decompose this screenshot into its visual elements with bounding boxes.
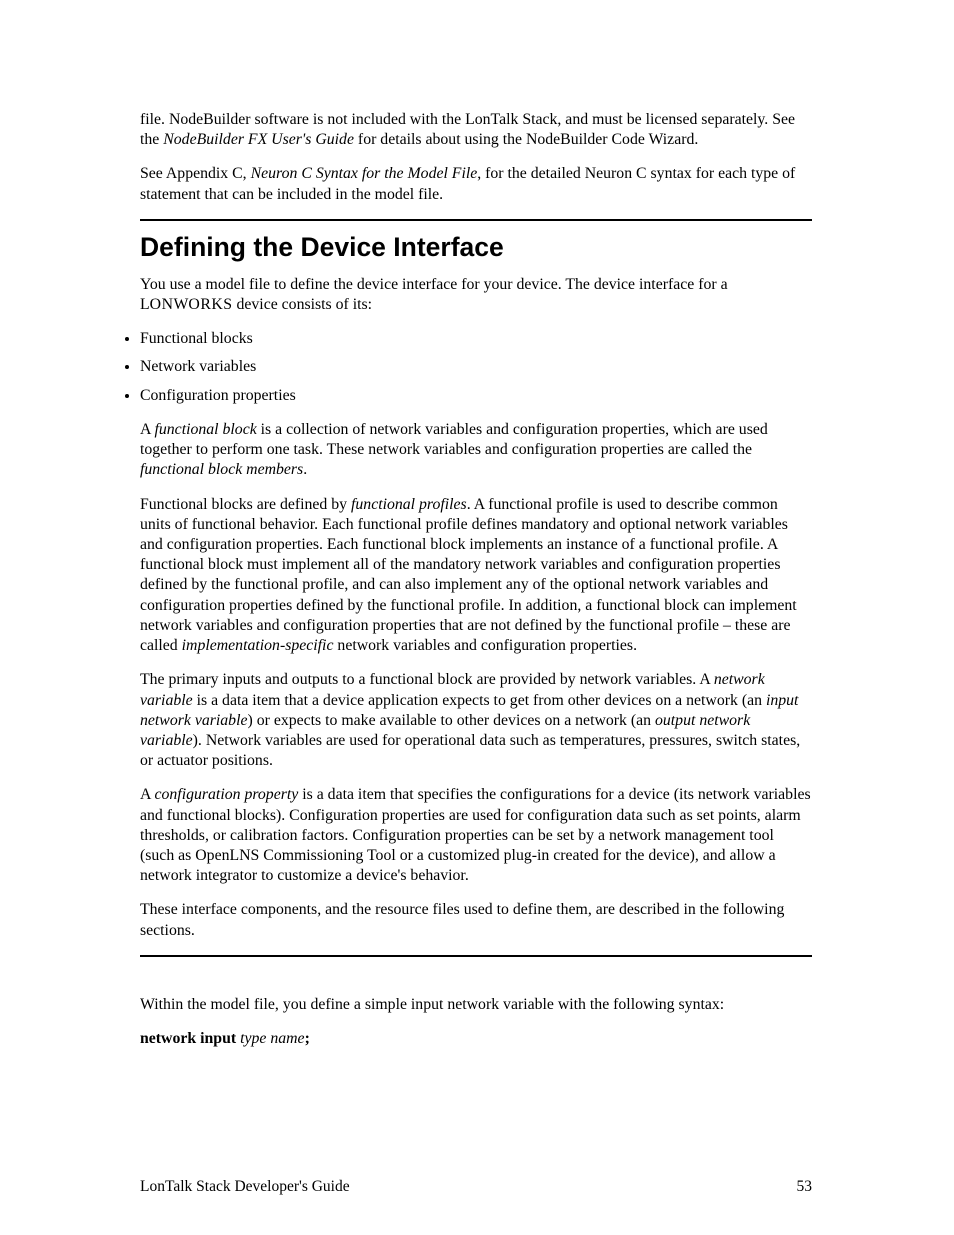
bullet-list: Functional blocks Network variables Conf…	[140, 329, 812, 406]
section-para-1: You use a model file to define the devic…	[140, 275, 812, 315]
section-para-4: The primary inputs and outputs to a func…	[140, 670, 812, 771]
term: functional block members	[140, 461, 303, 478]
text: ) or expects to make available to other …	[248, 712, 656, 729]
text: Functional blocks are defined by	[140, 496, 351, 513]
section-rule-bottom	[140, 955, 812, 957]
page-body: file. NodeBuilder software is not includ…	[140, 110, 812, 1063]
text: ). Network variables are used for operat…	[140, 732, 800, 769]
syntax-line: network input type name;	[140, 1029, 812, 1049]
text: device consists of its:	[233, 296, 373, 313]
text: for details about using the NodeBuilder …	[354, 131, 698, 148]
section-para-3: Functional blocks are defined by functio…	[140, 495, 812, 657]
list-item: Network variables	[140, 357, 812, 377]
intro-para-1: file. NodeBuilder software is not includ…	[140, 110, 812, 150]
keyword: network input	[140, 1030, 240, 1047]
text: . A functional profile is used to descri…	[140, 496, 797, 655]
page-number: 53	[797, 1177, 813, 1197]
list-item: Configuration properties	[140, 386, 812, 406]
text: W	[173, 296, 188, 313]
small-caps: ORKS	[188, 296, 232, 313]
section-heading: Defining the Device Interface	[140, 225, 812, 265]
page-footer: LonTalk Stack Developer's Guide 53	[140, 1177, 812, 1197]
section-para-6: These interface components, and the reso…	[140, 900, 812, 940]
keyword: ;	[305, 1030, 310, 1047]
text: A	[140, 786, 155, 803]
term: functional profiles	[351, 496, 467, 513]
term: configuration property	[155, 786, 299, 803]
list-item: Functional blocks	[140, 329, 812, 349]
book-title: NodeBuilder FX User's Guide	[163, 131, 354, 148]
placeholder: type name	[240, 1030, 304, 1047]
small-caps: ON	[150, 296, 174, 313]
section-para-2: A functional block is a collection of ne…	[140, 420, 812, 481]
spacer	[140, 971, 812, 995]
text: The primary inputs and outputs to a func…	[140, 671, 714, 688]
appendix-title: Neuron C Syntax for the Model File	[251, 165, 478, 182]
intro-para-2: See Appendix C, Neuron C Syntax for the …	[140, 164, 812, 204]
text: A	[140, 421, 155, 438]
term: implementation-specific	[182, 637, 334, 654]
text: See Appendix C,	[140, 165, 251, 182]
term: functional block	[155, 421, 257, 438]
text: .	[303, 461, 307, 478]
footer-title: LonTalk Stack Developer's Guide	[140, 1177, 350, 1197]
section-rule-top	[140, 219, 812, 221]
syntax-para-1: Within the model file, you define a simp…	[140, 995, 812, 1015]
text: is a data item that a device application…	[193, 692, 766, 709]
text: network variables and configuration prop…	[333, 637, 637, 654]
section-para-5: A configuration property is a data item …	[140, 785, 812, 886]
